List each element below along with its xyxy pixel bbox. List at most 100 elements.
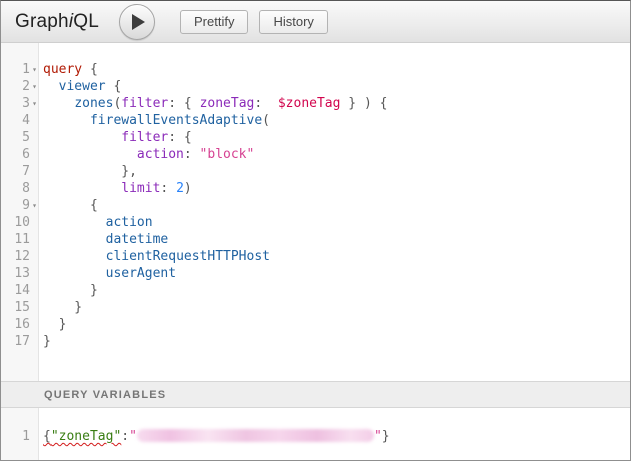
query-variables-title: QUERY VARIABLES [44,389,166,401]
fold-gutter-spacer [30,282,39,299]
code-token: : [254,96,277,111]
code-token: { [106,79,122,94]
code-token [43,79,59,94]
line-number: 2 [1,78,30,95]
line-number: 17 [1,333,30,350]
line-number: 13 [1,265,30,282]
code-token: query [43,62,82,77]
history-button[interactable]: History [259,10,327,34]
code-line[interactable]: 1▾query { [1,61,630,78]
code-token: " [129,429,137,444]
fold-gutter-spacer [30,316,39,333]
code-token: : { [168,130,191,145]
code-line[interactable]: 9▾ { [1,197,630,214]
fold-gutter-spacer [30,163,39,180]
code-text: action: "block" [39,146,254,163]
code-token: { [43,198,98,213]
code-line[interactable]: 10 action [1,214,630,231]
code-token: limit [121,181,160,196]
code-text: } [39,282,98,299]
fold-arrow-icon[interactable]: ▾ [30,78,39,95]
code-token: filter [121,130,168,145]
code-token: filter [121,96,168,111]
code-text: } [39,316,66,333]
code-token [43,266,106,281]
query-editor[interactable]: 1▾query {2▾ viewer {3▾ zones(filter: { z… [1,43,630,381]
code-line[interactable]: 11 datetime [1,231,630,248]
fold-gutter-spacer [30,231,39,248]
prettify-button[interactable]: Prettify [180,10,248,34]
code-line[interactable]: 15 } [1,299,630,316]
code-text: clientRequestHTTPHost [39,248,270,265]
line-number: 9 [1,197,30,214]
code-token: } [43,334,51,349]
execute-query-button[interactable] [119,4,155,40]
code-text: userAgent [39,265,176,282]
code-line[interactable]: 8 limit: 2) [1,180,630,197]
fold-gutter-spacer [30,265,39,282]
fold-arrow-icon[interactable]: ▾ [30,197,39,214]
code-text: limit: 2) [39,180,192,197]
code-token: } [43,300,82,315]
code-token [43,249,106,264]
code-line[interactable]: 17} [1,333,630,350]
fold-arrow-icon[interactable]: ▾ [30,61,39,78]
logo-text: QL [73,11,99,32]
line-number: 7 [1,163,30,180]
line-number: 10 [1,214,30,231]
code-token: zones [74,96,113,111]
line-number: 1 [1,428,30,445]
code-token: }, [43,164,137,179]
code-line[interactable]: 7 }, [1,163,630,180]
code-text: { [39,197,98,214]
code-token: zoneTag [200,96,255,111]
variables-editor[interactable]: 1{"zoneTag":""} [1,408,630,460]
code-line[interactable]: 5 filter: { [1,129,630,146]
code-token: clientRequestHTTPHost [106,249,270,264]
code-line[interactable]: 6 action: "block" [1,146,630,163]
graphiql-window: GraphiQL Prettify History 1▾query {2▾ vi… [0,0,631,461]
line-number: 15 [1,299,30,316]
code-line[interactable]: 12 clientRequestHTTPHost [1,248,630,265]
code-text: datetime [39,231,168,248]
code-token: } [382,429,390,444]
redacted-zone-tag-value [137,429,374,442]
fold-gutter-spacer [30,112,39,129]
query-variables-header[interactable]: QUERY VARIABLES [1,381,630,408]
code-token: : [160,181,176,196]
code-token: } [43,283,98,298]
code-token [43,181,121,196]
line-number: 3 [1,95,30,112]
code-text: firewallEventsAdaptive( [39,112,270,129]
code-line[interactable]: 14 } [1,282,630,299]
code-token [43,130,121,145]
code-text: } [39,299,82,316]
fold-gutter-spacer [30,299,39,316]
code-token [43,147,137,162]
code-line[interactable]: 3▾ zones(filter: { zoneTag: $zoneTag } )… [1,95,630,112]
code-token: viewer [59,79,106,94]
code-line[interactable]: 2▾ viewer { [1,78,630,95]
fold-arrow-icon[interactable]: ▾ [30,95,39,112]
play-icon [132,14,145,30]
code-line[interactable]: 4 firewallEventsAdaptive( [1,112,630,129]
code-line[interactable]: 16 } [1,316,630,333]
code-text: }, [39,163,137,180]
fold-gutter-spacer [30,129,39,146]
query-editor-lines: 1▾query {2▾ viewer {3▾ zones(filter: { z… [1,43,630,350]
code-token: datetime [106,232,169,247]
fold-gutter-spacer [30,428,39,445]
line-number: 6 [1,146,30,163]
code-token: "zoneTag" [51,429,121,444]
code-text: query { [39,61,98,78]
code-line[interactable]: 1{"zoneTag":""} [1,428,630,445]
fold-gutter-spacer [30,214,39,231]
code-token [43,232,106,247]
code-token: } [43,317,66,332]
toolbar: GraphiQL Prettify History [1,1,630,43]
fold-gutter-spacer [30,180,39,197]
code-token: : [121,429,129,444]
variables-editor-lines: 1{"zoneTag":""} [1,408,630,445]
fold-gutter-spacer [30,333,39,350]
code-line[interactable]: 13 userAgent [1,265,630,282]
